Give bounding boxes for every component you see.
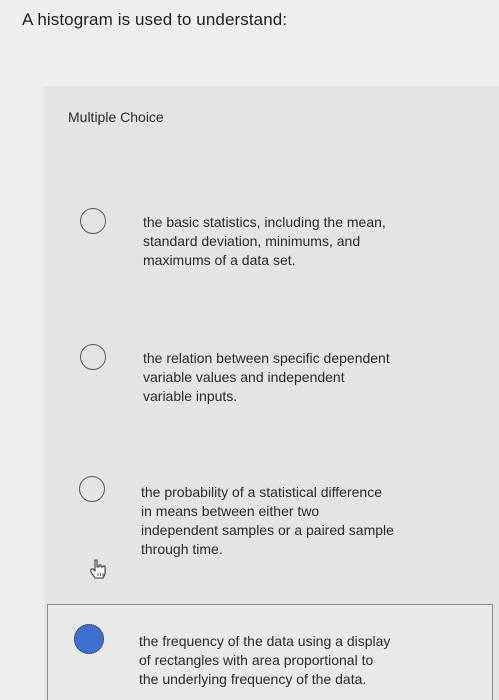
radio-option-2[interactable] bbox=[80, 344, 106, 370]
option-1-text[interactable]: the basic statistics, including the mean… bbox=[143, 213, 386, 270]
option-2-line: the relation between specific dependent bbox=[143, 350, 390, 366]
option-3-text[interactable]: the probability of a statistical differe… bbox=[141, 483, 394, 559]
option-2-text[interactable]: the relation between specific dependent … bbox=[143, 349, 390, 406]
hand-pointer-icon bbox=[90, 559, 106, 579]
option-1-line: standard deviation, minimums, and bbox=[143, 233, 361, 249]
option-4-text[interactable]: the frequency of the data using a displa… bbox=[139, 632, 390, 689]
option-3-line: in means between either two bbox=[141, 503, 320, 519]
option-1-line: maximums of a data set. bbox=[143, 252, 296, 268]
option-4-line: of rectangles with area proportional to bbox=[139, 652, 374, 668]
question-type-label: Multiple Choice bbox=[68, 109, 164, 125]
option-2-line: variable values and independent bbox=[143, 369, 345, 385]
option-4-line: the frequency of the data using a displa… bbox=[139, 633, 391, 649]
radio-option-4-selected[interactable] bbox=[74, 624, 104, 654]
radio-option-1[interactable] bbox=[80, 208, 106, 234]
option-3-line: the probability of a statistical differe… bbox=[141, 484, 382, 500]
option-3-line: independent samples or a paired sample bbox=[141, 522, 394, 538]
radio-option-3[interactable] bbox=[79, 476, 105, 502]
option-1-line: the basic statistics, including the mean… bbox=[143, 214, 386, 230]
option-3-line: through time. bbox=[141, 541, 223, 557]
option-2-line: variable inputs. bbox=[143, 388, 238, 404]
question-text: A histogram is used to understand: bbox=[22, 10, 288, 29]
option-4-line: the underlying frequency of the data. bbox=[139, 671, 367, 687]
